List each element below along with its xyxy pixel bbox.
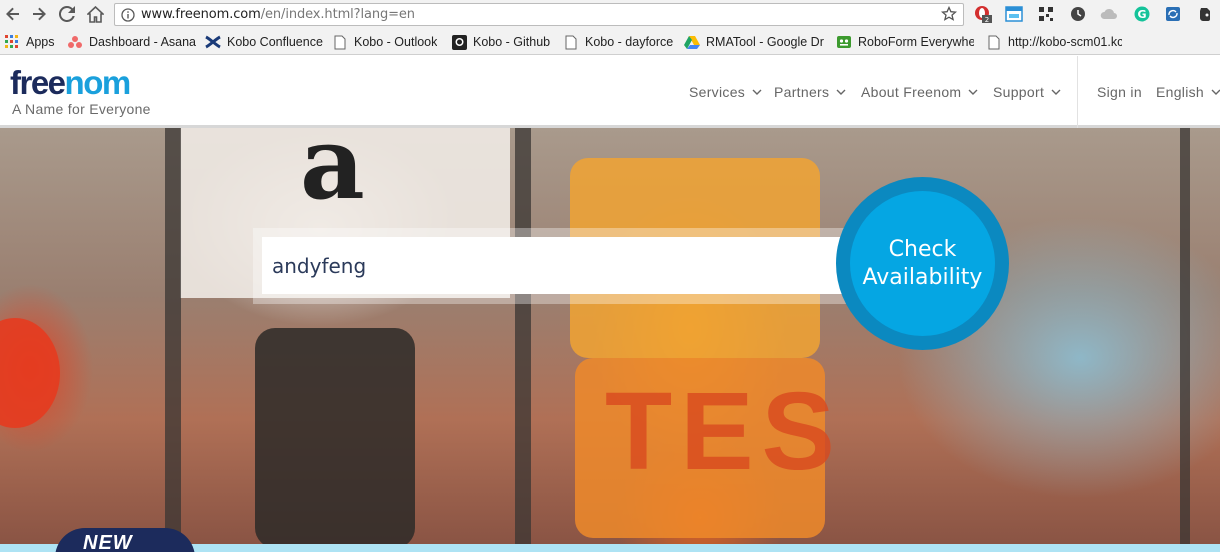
forward-icon[interactable] <box>28 3 50 25</box>
google-drive-icon <box>684 34 700 50</box>
menu-divider <box>1077 56 1078 128</box>
sync-extension-icon[interactable] <box>1164 5 1182 23</box>
cloud-icon[interactable] <box>1100 5 1118 23</box>
site-header: freenom A Name for Everyone Services Par… <box>0 56 1220 128</box>
chevron-down-icon <box>1051 89 1061 95</box>
apps-grid-icon <box>4 34 20 50</box>
chevron-down-icon <box>1211 89 1220 95</box>
url-text: www.freenom.com/en/index.html?lang=en <box>141 7 415 22</box>
hero-bg-pole <box>515 128 531 544</box>
bookmark-asana[interactable]: Dashboard - Asana <box>67 33 196 51</box>
page-icon <box>332 34 348 50</box>
chevron-down-icon <box>836 89 846 95</box>
back-icon[interactable] <box>2 3 24 25</box>
menu-services[interactable]: Services <box>689 84 762 100</box>
bookmark-star-icon[interactable] <box>940 5 958 27</box>
roboform-icon <box>836 34 852 50</box>
menu-partners[interactable]: Partners <box>774 84 846 100</box>
hero-bg-letter: a <box>300 128 365 222</box>
bookmark-rmatool[interactable]: RMATool - Google Dr <box>684 33 824 51</box>
menu-support[interactable]: Support <box>993 84 1061 100</box>
bookmark-confluence[interactable]: Kobo Confluence <box>205 33 323 51</box>
svg-text:2: 2 <box>985 16 989 23</box>
asana-icon <box>67 34 83 50</box>
hero-bg-sign-text: TES <box>605 370 843 493</box>
chevron-down-icon <box>752 89 762 95</box>
github-icon <box>451 34 467 50</box>
check-availability-button[interactable]: Check Availability <box>836 177 1009 350</box>
grammarly-icon[interactable]: G <box>1133 5 1151 23</box>
domain-search-input[interactable]: andyfeng <box>262 237 852 294</box>
bookmark-outlook[interactable]: Kobo - Outlook <box>332 33 437 51</box>
address-bar[interactable]: www.freenom.com/en/index.html?lang=en <box>114 3 964 26</box>
new-badge: NEW <box>55 528 195 552</box>
bookmark-roboform[interactable]: RoboForm Everywher <box>836 33 974 51</box>
evernote-icon[interactable] <box>1196 5 1214 23</box>
hero-background-image: a TES <box>0 128 1220 544</box>
reload-icon[interactable] <box>56 3 78 25</box>
confluence-icon <box>205 34 221 50</box>
page-icon <box>563 34 579 50</box>
language-selector[interactable]: English <box>1156 84 1220 100</box>
browser-toolbar: www.freenom.com/en/index.html?lang=en 2 … <box>0 0 1220 29</box>
hero-bg-pole <box>165 128 181 544</box>
bookmark-dayforce[interactable]: Kobo - dayforce <box>563 33 673 51</box>
bookmark-github[interactable]: Kobo - Github <box>451 33 550 51</box>
qr-code-icon[interactable] <box>1037 5 1055 23</box>
opera-extension-icon[interactable]: 2 <box>974 5 992 23</box>
bookmarks-bar: Apps Dashboard - Asana Kobo Confluence K… <box>0 29 1220 55</box>
svg-text:G: G <box>1137 8 1146 21</box>
hero-bg-red-light <box>0 318 60 428</box>
window-extension-icon[interactable] <box>1005 5 1023 23</box>
check-availability-label: Check Availability <box>850 191 995 336</box>
bookmark-kobo-scm[interactable]: http://kobo-scm01.kc <box>986 33 1122 51</box>
chevron-down-icon <box>968 89 978 95</box>
clock-icon[interactable] <box>1069 5 1087 23</box>
hero-bg-pole <box>1180 128 1190 544</box>
menu-about[interactable]: About Freenom <box>861 84 978 100</box>
hero-bg-traffic-light <box>255 328 415 544</box>
freenom-logo[interactable]: freenom <box>10 66 131 99</box>
tagline: A Name for Everyone <box>12 101 151 117</box>
page-icon <box>986 34 1002 50</box>
signin-link[interactable]: Sign in <box>1097 84 1142 100</box>
bookmark-apps[interactable]: Apps <box>4 33 55 51</box>
info-icon[interactable] <box>115 7 141 22</box>
home-icon[interactable] <box>84 3 106 25</box>
